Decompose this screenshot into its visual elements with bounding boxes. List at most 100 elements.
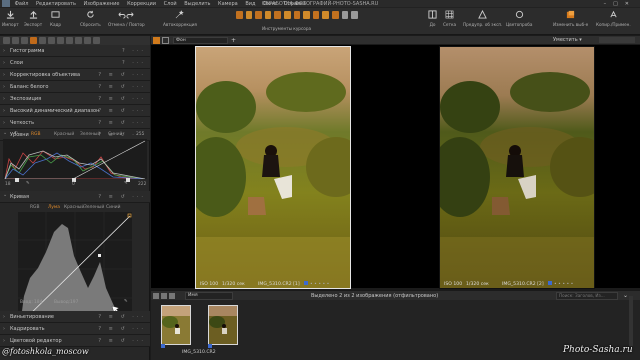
tool-histogram[interactable]: Гистограмма ? ··· — [0, 45, 150, 57]
tool-layers[interactable]: Слои ? ··· — [0, 57, 150, 69]
menu-select[interactable]: Выделить — [184, 1, 210, 7]
spot-tool-icon[interactable] — [293, 11, 301, 19]
tool-crop[interactable]: Кадрировать ? ≡ ↺ ··· — [0, 323, 150, 335]
menu-camera[interactable]: Камера — [218, 1, 238, 7]
tab-batch-icon[interactable] — [84, 37, 91, 44]
tool-controls[interactable]: ? ≡ ↺ ··· — [98, 105, 146, 117]
viewer-mode-icon[interactable] — [153, 37, 160, 44]
tab-metadata-icon[interactable] — [66, 37, 73, 44]
curve-tab-green[interactable]: Зеленый — [84, 205, 104, 210]
reset-button[interactable]: Сбросить — [80, 10, 101, 27]
tool-hdr[interactable]: Высокий динамический диапазон? ≡ ↺ ··· — [0, 105, 150, 117]
annotate-tool-icon[interactable] — [341, 11, 349, 19]
tool-controls[interactable]: ? ≡ ↺ ··· — [98, 117, 146, 129]
curve-picker-icon[interactable]: ✎ — [124, 299, 128, 304]
pointer-tool-icon[interactable] — [236, 11, 243, 19]
grid-button[interactable]: Сетка — [443, 10, 456, 27]
viewer-image-1[interactable]: ISO 100 1/320 сек IMG_5310.CR2 [1] • • •… — [195, 46, 351, 289]
tool-controls[interactable]: ? ≡ ↺ ··· — [98, 335, 146, 347]
tool-color-editor[interactable]: Цветовой редактор ? ≡ ↺ ··· — [0, 335, 150, 347]
menu-file[interactable]: Файл — [15, 1, 29, 7]
pan-tool-icon[interactable] — [245, 11, 253, 19]
sort-select[interactable]: Имя — [185, 292, 233, 300]
curve-tab-red[interactable]: Красный — [64, 205, 84, 210]
tab-adjustments-icon[interactable] — [57, 37, 64, 44]
tab-output-icon[interactable] — [75, 37, 82, 44]
change-selection-button[interactable]: Изменить выб-е — [553, 10, 588, 27]
curve-tab-rgb[interactable]: RGB — [30, 205, 39, 210]
menu-edit[interactable]: Редактировать — [36, 1, 76, 7]
keystone-tool-icon[interactable] — [284, 11, 291, 19]
menu-view[interactable]: Вид — [245, 1, 255, 7]
tab-add-icon[interactable] — [93, 37, 100, 44]
browser-filmstrip-icon[interactable] — [169, 293, 175, 299]
tool-curve[interactable]: Кривая ? ≡ ↺ ··· — [0, 189, 150, 203]
fit-select[interactable]: Уместить ▾ — [553, 36, 582, 45]
tool-controls[interactable]: ? ··· — [122, 45, 146, 57]
rotate-tool-icon[interactable] — [274, 11, 282, 19]
levels-low-value[interactable]: 18 — [5, 182, 11, 187]
export-button[interactable]: Экспорт — [24, 10, 42, 27]
window-controls[interactable]: –□✕ — [604, 0, 636, 8]
levels-tab-red[interactable]: Красный — [54, 132, 74, 137]
thumbnail-2[interactable] — [208, 305, 238, 345]
menu-adjustments[interactable]: Коррекции — [127, 1, 156, 7]
levels-tab-blue[interactable]: Синий — [108, 132, 123, 137]
zoom-tool-icon[interactable] — [255, 11, 262, 19]
tab-details-icon[interactable] — [48, 37, 55, 44]
exposure-warning-button[interactable]: Предупр. об эксп. — [463, 10, 503, 27]
levels-tab-rgb[interactable]: RGB — [31, 132, 40, 137]
tab-library-icon[interactable] — [3, 37, 10, 44]
tool-clarity[interactable]: Четкость ? ≡ ↺ ··· — [0, 117, 150, 129]
copy-apply-button[interactable]: Копир./Примен. — [596, 10, 631, 27]
curve-output-value[interactable]: 197 — [70, 300, 78, 305]
tool-exposure[interactable]: Экспозиция ? ≡ ↺ ··· — [0, 93, 150, 105]
levels-mode-icon[interactable]: ◐ — [14, 131, 18, 136]
levels-low-handle[interactable] — [15, 178, 19, 182]
process-button[interactable]: Кадр — [50, 10, 61, 27]
import-button[interactable]: Импорт — [2, 10, 19, 27]
before-button[interactable]: До — [428, 10, 437, 27]
add-layer-icon[interactable]: + — [231, 36, 236, 45]
browser-list-icon[interactable] — [161, 293, 167, 299]
levels-high-picker-icon[interactable]: ✎ — [124, 181, 128, 186]
tool-controls[interactable]: ? ≡ ↺ ··· — [98, 191, 146, 203]
browser-scrollbar[interactable] — [629, 296, 633, 346]
autocorrect-button[interactable]: Автокоррекция — [163, 10, 197, 27]
tab-exposure-icon[interactable] — [39, 37, 46, 44]
levels-mid-value[interactable]: 0 — [72, 182, 75, 187]
menu-layer[interactable]: Слой — [164, 1, 177, 7]
tool-controls[interactable]: ? ≡ ↺ ··· — [98, 311, 146, 323]
levels-tab-green[interactable]: Зеленый — [80, 132, 100, 137]
tool-controls[interactable]: ? ≡ ↺ ··· — [98, 69, 146, 81]
tab-lens-icon[interactable] — [21, 37, 28, 44]
zoom-slider[interactable] — [599, 37, 635, 43]
gradient-tool-icon[interactable] — [322, 11, 330, 19]
thumbnail-1[interactable] — [161, 305, 191, 345]
tool-controls[interactable]: ? ≡ ↺ ··· — [98, 323, 146, 335]
viewer-image-2[interactable]: ISO 100 1/320 сек IMG_5310.CR2 [2] • • •… — [439, 46, 595, 289]
proof-button[interactable]: Цветопроба — [506, 10, 532, 27]
menu-window[interactable]: Окно — [263, 1, 276, 7]
tool-controls[interactable]: ? ≡ ↺ ··· — [98, 93, 146, 105]
tool-lens[interactable]: Корректировка объектива ? ≡ ↺ ··· — [0, 69, 150, 81]
levels-low-picker-icon[interactable]: ✎ — [26, 181, 30, 186]
viewer-layout-icon[interactable] — [162, 37, 169, 44]
tool-controls[interactable]: ? ≡ ↺ ··· — [98, 81, 146, 93]
tool-white-balance[interactable]: Баланс белого ? ≡ ↺ ··· — [0, 81, 150, 93]
undo-redo-button[interactable]: Отмена / Повтор — [108, 10, 145, 27]
menu-help[interactable]: Справка — [284, 1, 306, 7]
levels-histogram[interactable] — [3, 139, 147, 179]
curve-graph[interactable] — [18, 212, 132, 326]
copy-tool-icon[interactable] — [351, 11, 358, 19]
layer-select[interactable]: Фон — [173, 37, 228, 44]
browser-search-input[interactable]: Поиск: Заголов, Из... — [556, 292, 618, 300]
menu-image[interactable]: Изображение — [84, 1, 120, 7]
tab-capture-icon[interactable] — [12, 37, 19, 44]
curve-tab-blue[interactable]: Синий — [106, 205, 121, 210]
tab-color-icon[interactable] — [30, 37, 37, 44]
crop-tool-icon[interactable] — [264, 11, 272, 19]
browser-grid-icon[interactable] — [153, 293, 159, 299]
levels-high-value[interactable]: 222 — [138, 182, 146, 187]
brush-tool-icon[interactable] — [303, 11, 310, 19]
